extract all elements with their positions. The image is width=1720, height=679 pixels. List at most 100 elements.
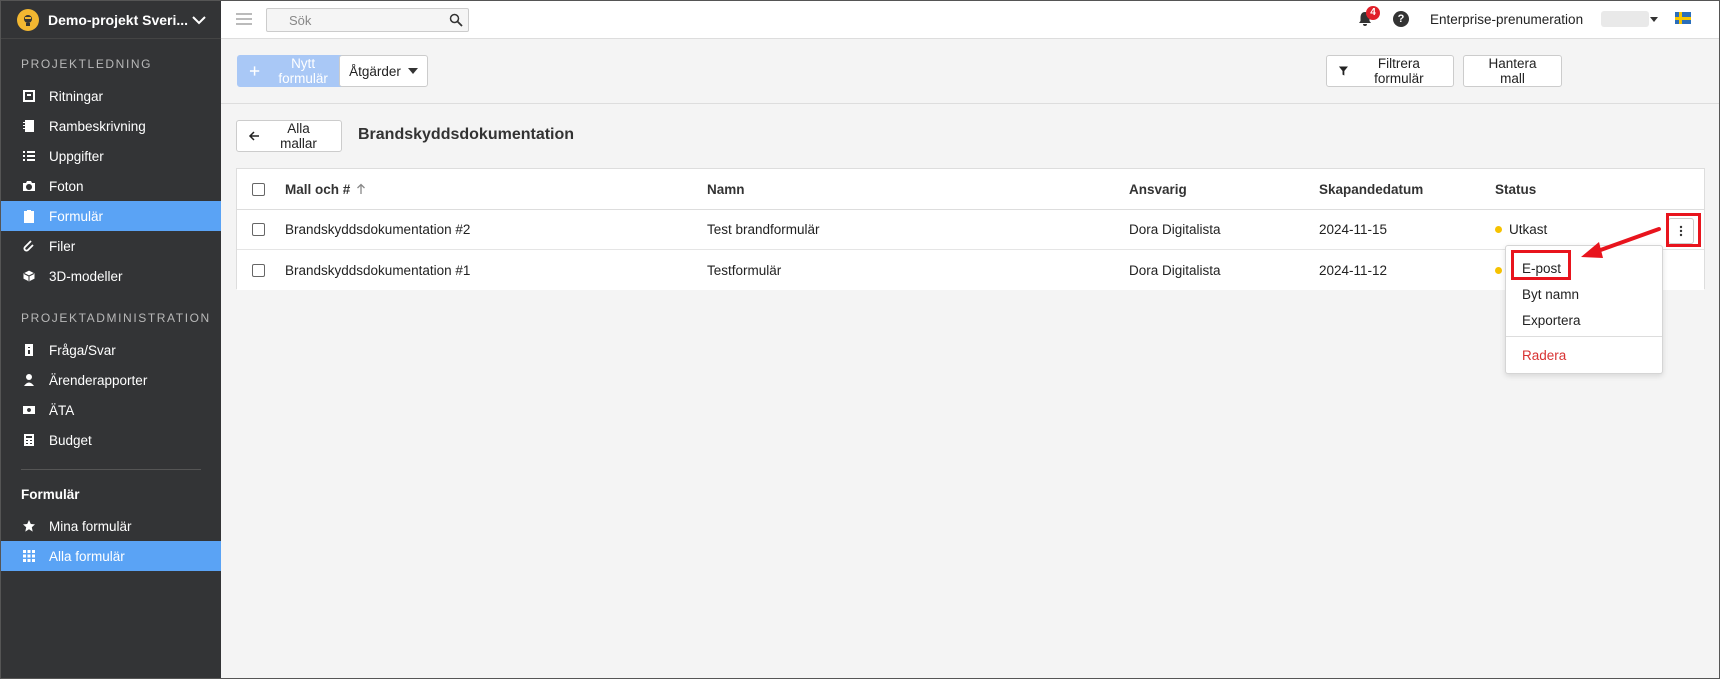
back-to-templates-button[interactable]: Alla mallar: [236, 120, 342, 152]
search-input[interactable]: [267, 9, 437, 31]
cube-icon: [22, 269, 36, 283]
table-header: Mall och # Namn Ansvarig Skapandedatum S…: [237, 169, 1704, 210]
annotation-highlight-email: [1511, 250, 1571, 280]
sidebar-item-label: Fråga/Svar: [49, 342, 116, 358]
notebook-icon: [22, 119, 36, 133]
column-header-template[interactable]: Mall och #: [285, 169, 366, 209]
manage-template-button[interactable]: Hantera mall: [1463, 55, 1562, 87]
cell-template: Brandskyddsdokumentation #2: [285, 222, 471, 237]
sidebar: Demo-projekt Sveri... PROJEKTLEDNING Rit…: [1, 1, 221, 678]
cell-name: Testformulär: [707, 262, 782, 278]
search-box: [266, 8, 469, 32]
sidebar-item-filer[interactable]: Filer: [1, 231, 221, 261]
column-header-status[interactable]: Status: [1495, 169, 1536, 209]
paperclip-icon: [22, 239, 36, 253]
sidebar-section-title: PROJEKTLEDNING: [21, 57, 153, 71]
question-doc-icon: [22, 343, 36, 357]
sidebar-item-rambeskrivning[interactable]: Rambeskrivning: [1, 111, 221, 141]
star-icon: [22, 519, 36, 533]
sidebar-divider: [21, 469, 201, 470]
row-checkbox[interactable]: [252, 263, 265, 277]
sidebar-item-3d-modeller[interactable]: 3D-modeller: [1, 261, 221, 291]
cell-created: 2024-11-12: [1319, 262, 1388, 278]
new-form-label: Nytt formulär: [278, 56, 328, 86]
sidebar-item-label: ÄTA: [49, 402, 75, 418]
back-label: Alla mallar: [280, 121, 317, 151]
grid-icon: [22, 549, 36, 563]
menu-toggle-icon[interactable]: [236, 13, 252, 25]
sidebar-item-formular[interactable]: Formulär: [1, 201, 221, 231]
sidebar-item-label: Ritningar: [49, 88, 104, 104]
sidebar-item-label: 3D-modeller: [49, 268, 123, 284]
menu-item-export[interactable]: Exportera: [1506, 307, 1662, 333]
chevron-down-icon[interactable]: [191, 12, 207, 28]
sidebar-item-mina-formular[interactable]: Mina formulär: [1, 511, 221, 541]
menu-item-delete[interactable]: Radera: [1506, 342, 1662, 368]
sidebar-item-label: Formulär: [49, 208, 104, 224]
list-icon: [22, 149, 36, 163]
help-icon[interactable]: ?: [1393, 11, 1409, 27]
status-draft-dot: [1495, 266, 1502, 274]
cell-template: Brandskyddsdokumentation #1: [285, 262, 471, 278]
clipboard-icon: [22, 209, 36, 223]
filter-label: Filtrera formulär: [1374, 56, 1424, 86]
sidebar-forms-heading: Formulär: [21, 487, 80, 502]
camera-icon: [22, 179, 36, 193]
caret-down-icon[interactable]: [1650, 17, 1658, 22]
page-title: Brandskyddsdokumentation: [358, 126, 575, 143]
sidebar-item-label: Budget: [49, 432, 92, 448]
plus-icon: [249, 66, 260, 76]
sidebar-item-arenderapporter[interactable]: Ärenderapporter: [1, 365, 221, 395]
sort-ascending-icon: [357, 183, 366, 194]
column-label: Mall och #: [285, 181, 351, 197]
user-menu[interactable]: [1601, 11, 1649, 27]
sidebar-item-label: Foton: [49, 178, 84, 194]
select-all-checkbox[interactable]: [252, 182, 265, 196]
table-row[interactable]: Brandskyddsdokumentation #2 Test brandfo…: [237, 210, 1704, 250]
cell-status: Utkast: [1495, 210, 1547, 249]
sidebar-item-label: Filer: [49, 238, 76, 254]
column-header-created[interactable]: Skapandedatum: [1319, 169, 1423, 209]
new-form-button[interactable]: Nytt formulär: [237, 55, 351, 87]
column-header-name[interactable]: Namn: [707, 169, 745, 209]
filter-icon: [1338, 66, 1348, 76]
filter-forms-button[interactable]: Filtrera formulär: [1326, 55, 1454, 87]
search-icon[interactable]: [449, 13, 463, 27]
sidebar-item-budget[interactable]: Budget: [1, 425, 221, 455]
money-icon: [22, 403, 36, 417]
actions-dropdown[interactable]: Åtgärder: [339, 55, 428, 87]
sidebar-item-fraga-svar[interactable]: Fråga/Svar: [1, 335, 221, 365]
subscription-plan: Enterprise-prenumeration: [1430, 12, 1584, 27]
annotation-highlight-kebab: [1666, 213, 1701, 247]
row-checkbox[interactable]: [252, 223, 265, 236]
person-icon: [22, 373, 36, 387]
cell-responsible: Dora Digitalista: [1129, 222, 1221, 237]
notification-badge: 4: [1366, 6, 1380, 20]
sidebar-item-label: Ärenderapporter: [49, 372, 148, 388]
actions-label: Åtgärder: [349, 63, 401, 79]
project-logo-icon: [17, 8, 39, 31]
sidebar-item-ritningar[interactable]: Ritningar: [1, 81, 221, 111]
sidebar-item-uppgifter[interactable]: Uppgifter: [1, 141, 221, 171]
table-row[interactable]: Brandskyddsdokumentation #1 Testformulär…: [237, 250, 1704, 290]
sidebar-item-ata[interactable]: ÄTA: [1, 395, 221, 425]
calculator-icon: [22, 433, 36, 447]
status-label: Utkast: [1509, 222, 1548, 237]
sidebar-item-foton[interactable]: Foton: [1, 171, 221, 201]
sidebar-item-alla-formular[interactable]: Alla formulär: [1, 541, 221, 571]
cell-created: 2024-11-15: [1319, 222, 1388, 237]
column-header-responsible[interactable]: Ansvarig: [1129, 169, 1187, 209]
menu-item-rename[interactable]: Byt namn: [1506, 281, 1662, 307]
drawings-icon: [22, 89, 36, 103]
forms-table: Mall och # Namn Ansvarig Skapandedatum S…: [236, 168, 1705, 290]
status-draft-dot: [1495, 226, 1502, 233]
sidebar-item-label: Rambeskrivning: [49, 118, 146, 134]
menu-divider: [1506, 336, 1662, 337]
sidebar-item-label: Mina formulär: [49, 518, 132, 534]
annotation-arrow: [1581, 227, 1661, 258]
caret-down-icon: [407, 68, 418, 74]
swedish-flag-icon[interactable]: [1675, 12, 1691, 24]
project-switcher[interactable]: Demo-projekt Sveri...: [1, 1, 221, 39]
sidebar-section-title: PROJEKTADMINISTRATION: [21, 311, 211, 325]
project-name: Demo-projekt Sveri...: [48, 11, 189, 28]
